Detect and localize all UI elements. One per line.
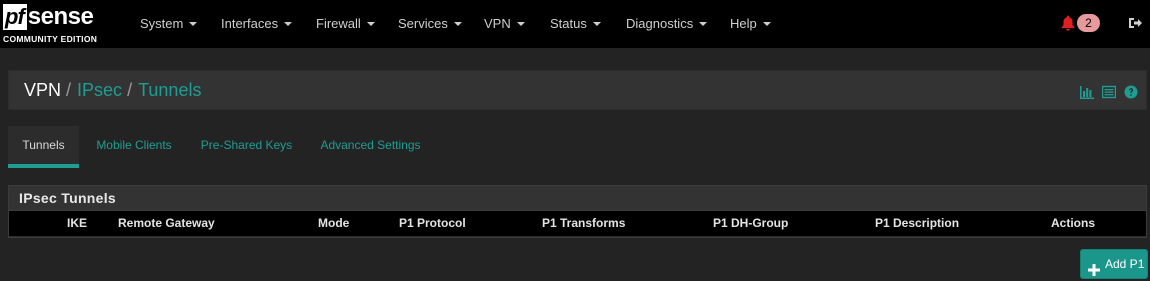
bell-icon[interactable] xyxy=(1061,15,1075,31)
caret-down-icon xyxy=(189,22,198,26)
caret-down-icon xyxy=(453,22,462,26)
top-navbar: pf sense COMMUNITY EDITION System Interfa… xyxy=(0,0,1150,48)
logo-sense: sense xyxy=(27,3,94,30)
nav-help-label: Help xyxy=(730,16,757,31)
logo-subtitle: COMMUNITY EDITION xyxy=(3,34,98,44)
logout-icon[interactable] xyxy=(1128,16,1142,30)
logo-wordmark: pf sense xyxy=(3,3,94,32)
panel-heading: IPsec Tunnels xyxy=(9,186,1146,211)
caret-down-icon xyxy=(516,22,525,26)
tab-pre-shared-keys[interactable]: Pre-Shared Keys xyxy=(189,126,304,168)
breadcrumb-separator: / xyxy=(66,80,72,100)
column-p1-transforms: P1 Transforms xyxy=(542,216,626,230)
logo-pf: pf xyxy=(3,4,27,30)
table-header-row: IKE Remote Gateway Mode P1 Protocol P1 T… xyxy=(9,211,1146,236)
column-p1-protocol: P1 Protocol xyxy=(399,216,466,230)
help-circle-icon[interactable] xyxy=(1124,85,1138,99)
breadcrumb: VPN / IPsec / Tunnels xyxy=(24,71,201,111)
breadcrumb-separator: / xyxy=(127,80,133,100)
nav-diagnostics-label: Diagnostics xyxy=(626,16,694,31)
nav-status-label: Status xyxy=(550,16,587,31)
caret-down-icon xyxy=(284,22,293,26)
breadcrumb-panel: VPN / IPsec / Tunnels xyxy=(8,70,1147,110)
ipsec-tunnels-panel: IPsec Tunnels IKE Remote Gateway Mode P1… xyxy=(8,185,1147,238)
pfsense-logo[interactable]: pf sense COMMUNITY EDITION xyxy=(3,4,111,46)
bar-chart-icon[interactable] xyxy=(1080,85,1094,99)
nav-services[interactable]: Services xyxy=(398,0,462,48)
column-ike: IKE xyxy=(67,216,88,230)
tab-mobile-clients[interactable]: Mobile Clients xyxy=(79,126,189,168)
column-remote-gateway: Remote Gateway xyxy=(118,216,215,230)
nav-vpn[interactable]: VPN xyxy=(484,0,525,48)
list-icon[interactable] xyxy=(1101,85,1117,99)
caret-down-icon xyxy=(762,22,771,26)
breadcrumb-tunnels[interactable]: Tunnels xyxy=(138,80,201,100)
column-p1-description: P1 Description xyxy=(875,216,960,230)
nav-services-label: Services xyxy=(398,16,448,31)
nav-status[interactable]: Status xyxy=(550,0,601,48)
nav-firewall[interactable]: Firewall xyxy=(316,0,375,48)
nav-diagnostics[interactable]: Diagnostics xyxy=(626,0,708,48)
nav-interfaces[interactable]: Interfaces xyxy=(221,0,293,48)
plus-icon xyxy=(1088,258,1100,276)
column-p1-dh-group: P1 DH-Group xyxy=(713,216,789,230)
panel-title: IPsec Tunnels xyxy=(19,190,117,206)
column-mode: Mode xyxy=(318,216,350,230)
tab-tunnels[interactable]: Tunnels xyxy=(8,126,79,168)
caret-down-icon xyxy=(699,22,708,26)
panel-icon-group xyxy=(1080,85,1140,99)
nav-interfaces-label: Interfaces xyxy=(221,16,279,31)
tab-advanced-settings[interactable]: Advanced Settings xyxy=(304,126,437,168)
nav-system-label: System xyxy=(140,16,184,31)
caret-down-icon xyxy=(366,22,375,26)
add-p1-label: Add P1 xyxy=(1105,257,1145,271)
nav-help[interactable]: Help xyxy=(730,0,771,48)
nav-vpn-label: VPN xyxy=(484,16,511,31)
notification-badge[interactable]: 2 xyxy=(1077,14,1100,32)
add-p1-button[interactable]: Add P1 xyxy=(1080,249,1148,279)
column-actions: Actions xyxy=(1051,216,1096,230)
nav-system[interactable]: System xyxy=(140,0,198,48)
nav-firewall-label: Firewall xyxy=(316,16,361,31)
breadcrumb-vpn: VPN xyxy=(24,80,62,100)
breadcrumb-ipsec[interactable]: IPsec xyxy=(77,80,122,100)
caret-down-icon xyxy=(592,22,601,26)
